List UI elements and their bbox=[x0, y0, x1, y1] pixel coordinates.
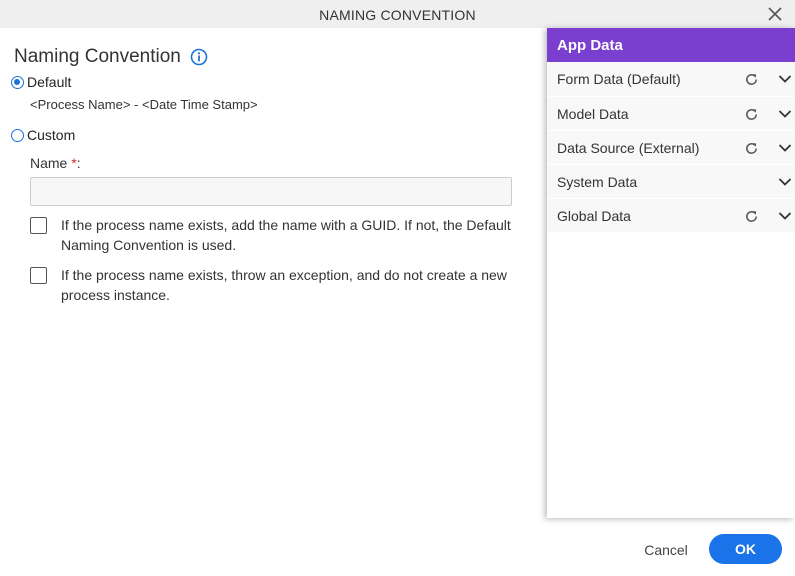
app-data-item-data-source[interactable]: Data Source (External) bbox=[547, 130, 795, 164]
app-data-item-label: Model Data bbox=[557, 106, 629, 122]
app-data-title: App Data bbox=[547, 28, 795, 62]
default-naming-text: <Process Name> - <Date Time Stamp> bbox=[30, 97, 258, 112]
chevron-down-icon[interactable] bbox=[778, 74, 792, 84]
guid-checkbox[interactable] bbox=[30, 217, 47, 234]
close-button[interactable] bbox=[767, 6, 783, 22]
guid-option-row[interactable]: If the process name exists, add the name… bbox=[30, 215, 520, 255]
app-data-item-label: System Data bbox=[557, 174, 638, 190]
custom-radio-label: Custom bbox=[27, 127, 76, 143]
custom-radio-option[interactable]: Custom bbox=[11, 127, 75, 143]
app-data-item-global-data[interactable]: Global Data bbox=[547, 198, 795, 232]
app-data-item-label: Global Data bbox=[557, 208, 631, 224]
chevron-down-icon[interactable] bbox=[778, 211, 792, 221]
refresh-icon[interactable] bbox=[744, 72, 759, 87]
guid-checkbox-label: If the process name exists, add the name… bbox=[61, 217, 511, 253]
default-radio[interactable] bbox=[11, 75, 24, 89]
chevron-down-icon[interactable] bbox=[778, 109, 792, 119]
default-radio-label: Default bbox=[27, 74, 72, 90]
refresh-icon[interactable] bbox=[744, 209, 759, 224]
default-radio-option[interactable]: Default bbox=[11, 74, 71, 90]
ok-button[interactable]: OK bbox=[709, 534, 782, 564]
app-data-item-form-data[interactable]: Form Data (Default) bbox=[547, 62, 795, 96]
exception-option-row[interactable]: If the process name exists, throw an exc… bbox=[30, 265, 520, 305]
app-data-item-model-data[interactable]: Model Data bbox=[547, 96, 795, 130]
chevron-down-icon[interactable] bbox=[778, 177, 792, 187]
app-data-panel: App Data Form Data (Default) Model Data … bbox=[547, 28, 795, 518]
custom-radio[interactable] bbox=[11, 128, 24, 142]
app-data-item-label: Data Source (External) bbox=[557, 140, 700, 156]
close-icon bbox=[768, 7, 782, 21]
name-label-suffix: : bbox=[76, 155, 81, 171]
exception-checkbox[interactable] bbox=[30, 267, 47, 284]
refresh-icon[interactable] bbox=[744, 107, 759, 122]
name-label-text: Name bbox=[30, 155, 68, 171]
page-title-text: Naming Convention bbox=[14, 46, 181, 67]
dialog-title: NAMING CONVENTION bbox=[319, 7, 476, 23]
info-icon[interactable] bbox=[190, 48, 208, 66]
exception-checkbox-label: If the process name exists, throw an exc… bbox=[61, 267, 507, 303]
cancel-button[interactable]: Cancel bbox=[632, 536, 700, 564]
name-field-label: Name *: bbox=[30, 155, 81, 171]
name-input[interactable] bbox=[30, 177, 512, 206]
refresh-icon[interactable] bbox=[744, 141, 759, 156]
chevron-down-icon[interactable] bbox=[778, 143, 792, 153]
app-data-item-label: Form Data (Default) bbox=[557, 71, 681, 87]
app-data-item-system-data[interactable]: System Data bbox=[547, 164, 795, 198]
dialog-titlebar: NAMING CONVENTION bbox=[0, 0, 795, 28]
page-title: Naming Convention bbox=[14, 46, 208, 68]
